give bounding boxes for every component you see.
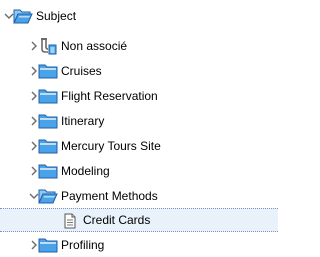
folder-icon bbox=[38, 64, 58, 79]
tree-node-itinerary[interactable]: Itinerary bbox=[0, 109, 278, 133]
tree-node-payment-methods[interactable]: Payment Methods bbox=[0, 184, 278, 208]
document-icon bbox=[64, 213, 76, 229]
tree-node-label: Payment Methods bbox=[61, 189, 158, 203]
tree-node-label: Mercury Tours Site bbox=[61, 139, 161, 153]
tree-node-mercury-tours-site[interactable]: Mercury Tours Site bbox=[0, 134, 278, 158]
folder-open-icon bbox=[13, 9, 33, 24]
tree-node-flight-reservation[interactable]: Flight Reservation bbox=[0, 84, 278, 108]
tree-node-non-associe[interactable]: Non associé bbox=[0, 34, 278, 58]
tree-node-subject[interactable]: Subject bbox=[0, 4, 278, 28]
folder-icon bbox=[38, 238, 58, 253]
tree-node-label: Subject bbox=[36, 9, 77, 23]
folder-icon bbox=[38, 89, 58, 104]
unassigned-icon bbox=[41, 38, 57, 55]
folder-open-icon bbox=[38, 189, 58, 204]
tree-node-label: Credit Cards bbox=[83, 213, 151, 227]
folder-icon bbox=[38, 114, 58, 129]
tree-node-label: Itinerary bbox=[61, 114, 105, 128]
tree-node-label: Flight Reservation bbox=[61, 89, 158, 103]
folder-icon bbox=[38, 164, 58, 179]
tree-node-profiling[interactable]: Profiling bbox=[0, 233, 278, 257]
tree-node-credit-cards[interactable]: Credit Cards bbox=[0, 208, 278, 232]
tree-node-label: Non associé bbox=[61, 39, 128, 53]
subject-tree: Subject Non associé Cruises Flight Reser… bbox=[0, 0, 278, 254]
folder-icon bbox=[38, 139, 58, 154]
tree-node-label: Profiling bbox=[61, 238, 105, 252]
tree-node-cruises[interactable]: Cruises bbox=[0, 59, 278, 83]
tree-node-label: Cruises bbox=[61, 64, 102, 78]
tree-node-modeling[interactable]: Modeling bbox=[0, 159, 278, 183]
tree-node-label: Modeling bbox=[61, 164, 110, 178]
